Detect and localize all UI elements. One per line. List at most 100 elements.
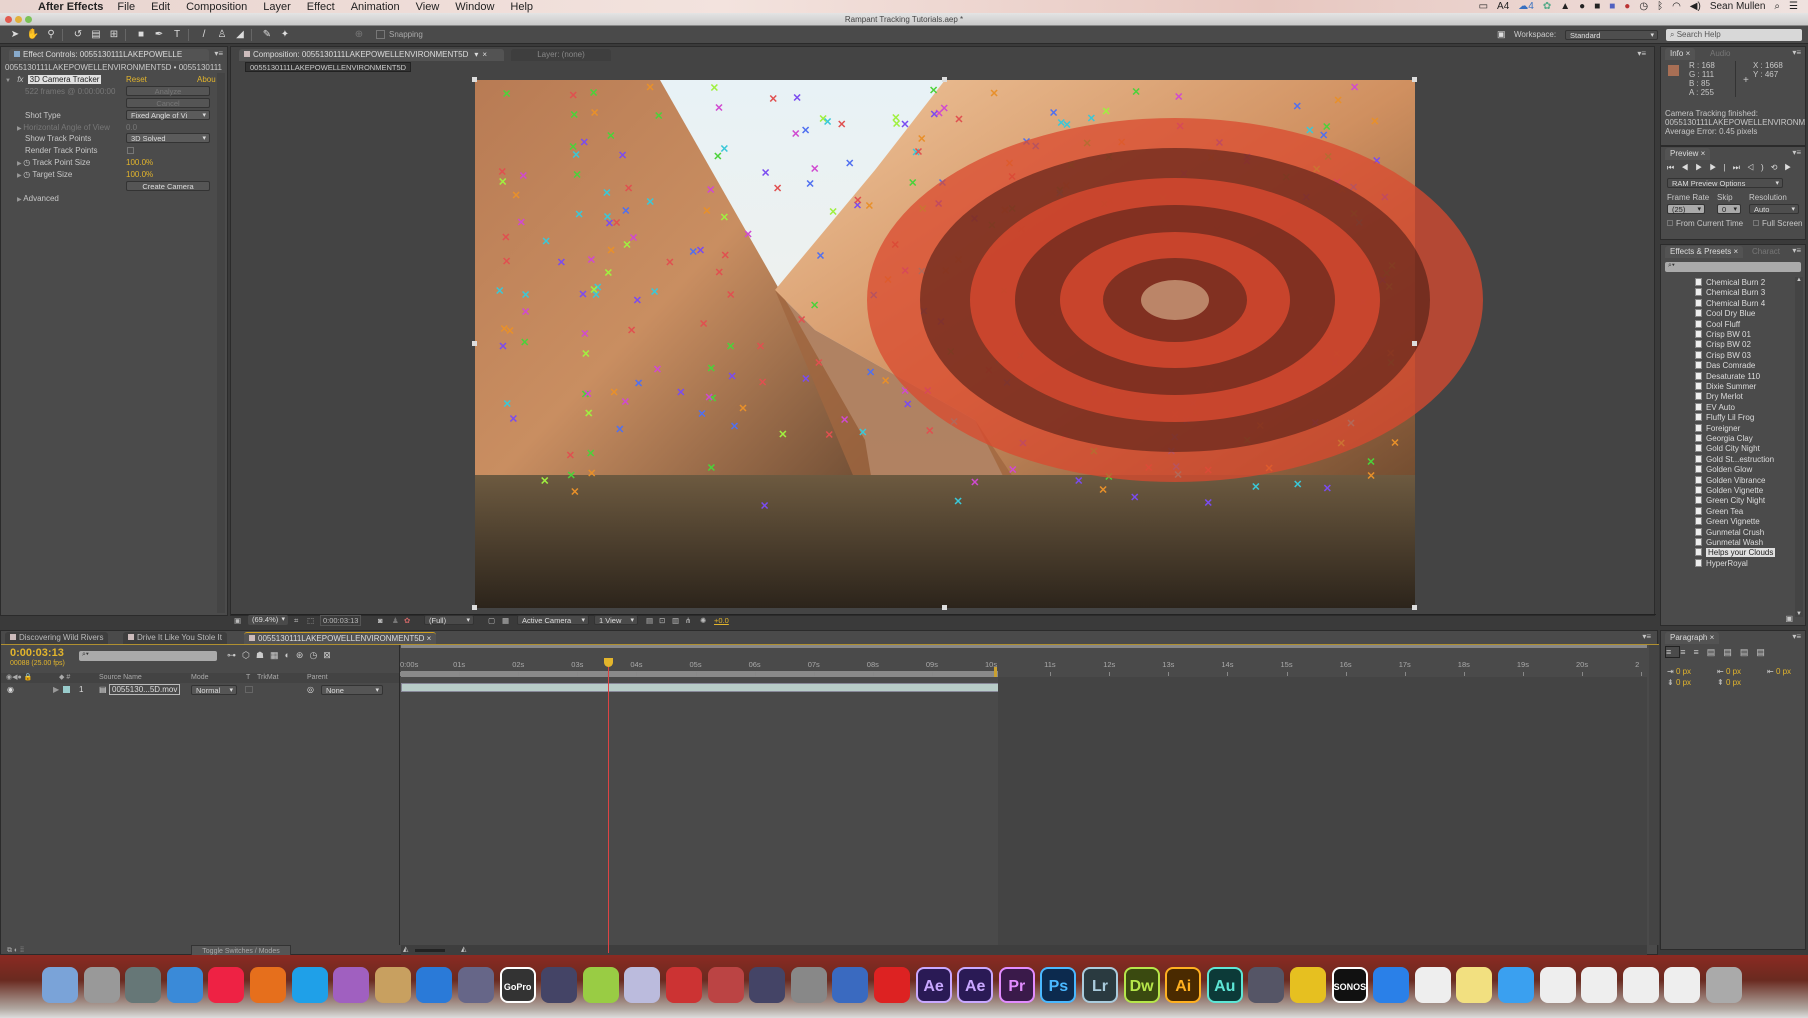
track-point-marker[interactable]: ✕	[726, 341, 735, 353]
dock-app-red-player-icon[interactable]	[666, 967, 702, 1003]
track-point-marker[interactable]: ✕	[570, 487, 579, 499]
indent-left-field[interactable]: ⇥ 0 px	[1667, 666, 1691, 677]
track-point-marker[interactable]: ✕	[581, 348, 590, 360]
dock-app-system-preferences-icon[interactable]	[790, 967, 827, 1003]
track-point-marker[interactable]: ✕	[761, 167, 770, 179]
tab-paragraph[interactable]: Paragraph ×	[1665, 632, 1720, 644]
hide-shy-layers-icon[interactable]: ☗	[256, 650, 270, 660]
dock-app-trash-icon[interactable]	[1706, 967, 1742, 1003]
tab-info[interactable]: Info ×	[1665, 48, 1696, 60]
layer-handle[interactable]	[1412, 77, 1417, 82]
panel-menu-icon[interactable]: ▾≡	[1642, 632, 1651, 641]
dock-app-reminders-icon[interactable]	[1414, 967, 1451, 1003]
track-point-marker[interactable]: ✕	[696, 245, 705, 257]
from-current-time-option[interactable]: From Current Time	[1667, 218, 1743, 229]
track-point-marker[interactable]: ✕	[845, 158, 854, 170]
track-point-marker[interactable]: ✕	[573, 169, 582, 181]
indent-first-field[interactable]: ⇤ 0 px	[1717, 666, 1741, 677]
selection-tool-icon[interactable]: ➤	[8, 28, 22, 42]
dock-app-chrome-doc-2-icon[interactable]	[1664, 967, 1701, 1003]
dock-app-photo-browser-icon[interactable]	[125, 967, 162, 1003]
mask-visibility-icon[interactable]: ⬚	[307, 614, 314, 627]
transparency-grid-icon[interactable]: ▦	[502, 614, 509, 627]
notification-center-icon[interactable]: ☰	[1789, 1, 1798, 12]
stopwatch-icon[interactable]: ◷	[23, 158, 32, 167]
track-point-marker[interactable]: ✕	[702, 205, 711, 217]
zoom-tool-icon[interactable]: ⚲	[44, 28, 58, 42]
dock-app-launchpad-icon[interactable]	[83, 967, 120, 1003]
track-point-marker[interactable]: ✕	[502, 256, 511, 268]
track-point-marker[interactable]: ✕	[823, 117, 832, 129]
dock-app-dw-icon[interactable]: Dw	[1123, 967, 1160, 1003]
layer-handle[interactable]	[942, 605, 947, 610]
dock-app-chrome-doc-icon[interactable]	[1622, 967, 1659, 1003]
adobe-status-icon[interactable]: A4	[1497, 1, 1509, 12]
layer-handle[interactable]	[942, 77, 947, 82]
track-point-marker[interactable]: ✕	[797, 315, 806, 327]
app-menu[interactable]: After Effects	[38, 1, 103, 13]
pan-behind-tool-icon[interactable]: ⊞	[107, 28, 121, 42]
close-window-button[interactable]	[5, 16, 12, 23]
status-icon[interactable]: ●	[1579, 1, 1585, 12]
track-point-marker[interactable]: ✕	[1305, 125, 1314, 137]
dropbox-icon[interactable]: ✿	[1543, 1, 1551, 12]
pen-tool-icon[interactable]: ✒	[152, 28, 166, 42]
next-frame-icon[interactable]: ▶|	[1709, 163, 1732, 172]
panel-menu-icon[interactable]: ▾≡	[214, 49, 223, 58]
track-point-marker[interactable]: ✕	[710, 83, 719, 95]
comp-navigator-chip[interactable]: 0055130111LAKEPOWELLENVIRONMENT5D	[245, 62, 412, 72]
menu-effect[interactable]: Effect	[307, 1, 335, 13]
track-point-marker[interactable]: ✕	[590, 108, 599, 120]
dock-app-ae-icon[interactable]: Ae	[915, 967, 952, 1003]
user-name[interactable]: Sean Mullen	[1710, 1, 1766, 12]
track-point-marker[interactable]: ✕	[726, 290, 735, 302]
track-point-marker[interactable]: ✕	[917, 134, 926, 146]
exposure-icon[interactable]: ✺	[700, 614, 706, 627]
track-point-marker[interactable]: ✕	[829, 206, 838, 218]
evernote-icon[interactable]: ■	[1594, 1, 1600, 12]
cancel-button[interactable]: Cancel	[126, 98, 210, 108]
track-point-marker[interactable]: ✕	[1174, 91, 1183, 103]
justify-last-center-icon[interactable]: ▤	[1723, 647, 1740, 657]
menu-help[interactable]: Help	[510, 1, 533, 13]
always-preview-icon[interactable]: ▣	[234, 614, 241, 627]
tab-character[interactable]: Charact	[1747, 246, 1785, 258]
ram-preview-options-dropdown[interactable]: RAM Preview Options	[1667, 178, 1783, 188]
puppet-tool-icon[interactable]: ✦	[278, 28, 292, 42]
track-point-marker[interactable]: ✕	[900, 119, 909, 131]
track-point-marker[interactable]: ✕	[1098, 485, 1107, 497]
track-point-marker[interactable]: ✕	[773, 183, 782, 195]
track-point-marker[interactable]: ✕	[793, 93, 802, 105]
track-point-marker[interactable]: ✕	[569, 90, 578, 102]
dock-app-archive-icon[interactable]	[374, 967, 411, 1003]
track-point-marker[interactable]: ✕	[615, 424, 624, 436]
track-point-marker[interactable]: ✕	[1008, 465, 1017, 477]
track-point-marker[interactable]: ✕	[791, 128, 800, 140]
dock-app-pr-icon[interactable]: Pr	[998, 967, 1035, 1003]
track-point-marker[interactable]: ✕	[816, 251, 825, 263]
dock-app-finder-icon[interactable]	[42, 967, 78, 1003]
track-point-marker[interactable]: ✕	[587, 254, 596, 266]
track-point-marker[interactable]: ✕	[627, 325, 636, 337]
track-point-marker[interactable]: ✕	[865, 200, 874, 212]
current-time[interactable]: 0:00:03:13	[10, 647, 64, 659]
dock-app-davinci-icon[interactable]	[582, 967, 619, 1003]
layer-name[interactable]: 0055130...5D.mov	[109, 684, 181, 695]
track-point-marker[interactable]: ✕	[629, 232, 638, 244]
render-track-points-checkbox[interactable]	[127, 147, 134, 154]
tab-effect-controls[interactable]: Effect Controls: 0055130111LAKEPOWELLE	[9, 49, 209, 61]
from-current-time-checkbox[interactable]	[1667, 220, 1673, 226]
track-point-marker[interactable]: ✕	[612, 218, 621, 230]
workspace-dropdown[interactable]: Standard	[1565, 30, 1658, 40]
track-point-marker[interactable]: ✕	[1102, 106, 1111, 118]
track-point-marker[interactable]: ✕	[501, 232, 510, 244]
track-point-marker[interactable]: ✕	[521, 290, 530, 302]
track-point-marker[interactable]: ✕	[853, 195, 862, 207]
track-point-marker[interactable]: ✕	[587, 468, 596, 480]
track-point-marker[interactable]: ✕	[810, 300, 819, 312]
track-point-marker[interactable]: ✕	[567, 470, 576, 482]
track-point-marker[interactable]: ✕	[714, 102, 723, 114]
playhead-handle[interactable]	[604, 658, 614, 667]
track-point-marker[interactable]: ✕	[503, 399, 512, 411]
track-point-marker[interactable]: ✕	[586, 448, 595, 460]
